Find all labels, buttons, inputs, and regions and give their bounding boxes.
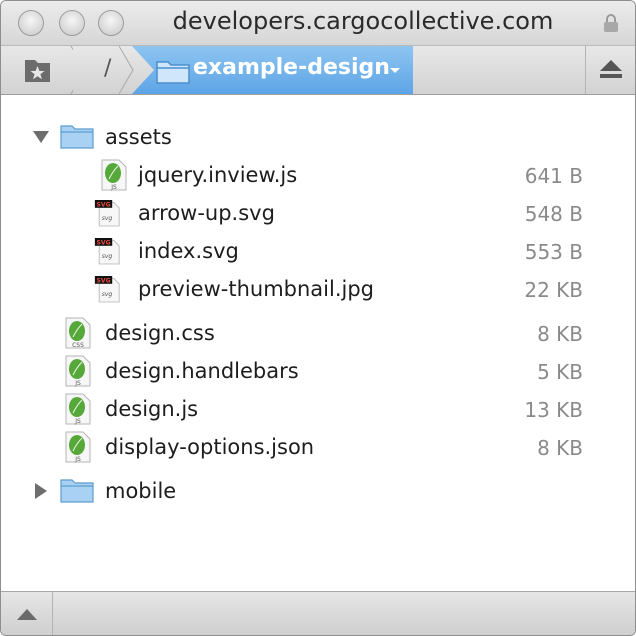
list-item-folder[interactable]: assets — [1, 118, 635, 156]
lock-icon — [604, 14, 618, 32]
window-title: developers.cargocollective.com — [172, 7, 554, 35]
list-item-folder[interactable]: mobile — [1, 472, 635, 510]
svg-text:JS: JS — [74, 456, 81, 463]
svg-text:SVG: SVG — [97, 202, 111, 209]
file-name: design.css — [105, 321, 215, 345]
file-name: design.handlebars — [105, 359, 299, 383]
file-size: 22 KB — [524, 278, 583, 302]
close-window-button[interactable] — [18, 10, 44, 36]
list-item-file[interactable]: CSS design.css 8 KB — [1, 314, 635, 352]
js-file-icon: JS — [101, 159, 127, 191]
file-name: design.js — [105, 397, 199, 421]
file-size: 8 KB — [537, 436, 583, 460]
disclosure-triangle-open-icon[interactable] — [32, 130, 50, 144]
triangle-up-icon — [17, 609, 37, 620]
file-name: assets — [105, 125, 172, 149]
finder-window: developers.cargocollective.com / example… — [0, 0, 636, 636]
folder-icon — [156, 61, 190, 84]
folder-icon — [60, 479, 94, 503]
list-item-file[interactable]: JS display-options.json 8 KB — [1, 428, 635, 466]
svg-file-icon: SVG svg — [94, 276, 120, 303]
folder-icon — [60, 125, 94, 149]
zoom-window-button[interactable] — [98, 10, 124, 36]
file-name: jquery.inview.js — [138, 163, 298, 187]
list-item-file[interactable]: JS design.js 13 KB — [1, 390, 635, 428]
svg-text:svg: svg — [102, 291, 113, 298]
js-file-icon: JS — [65, 355, 91, 387]
path-bar: / example-design — [1, 45, 635, 95]
minimize-window-button[interactable] — [59, 10, 85, 36]
svg-file-icon: SVG svg — [94, 238, 120, 265]
current-folder-label: example-design — [193, 55, 390, 80]
list-item-file[interactable]: SVG svg preview-thumbnail.jpg 22 KB — [1, 270, 635, 308]
favorites-folder-icon — [25, 45, 86, 95]
svg-text:JS: JS — [74, 380, 81, 387]
svg-file-icon: SVG svg — [94, 200, 120, 227]
eject-icon — [600, 60, 622, 78]
svg-text:JS: JS — [110, 184, 117, 191]
css-file-icon: CSS — [65, 317, 91, 349]
file-name: display-options.json — [105, 435, 315, 459]
title-bar: developers.cargocollective.com — [1, 1, 635, 45]
file-size: 13 KB — [524, 398, 583, 422]
js-file-icon: JS — [65, 393, 91, 425]
root-path-label: / — [104, 56, 112, 81]
chevron-down-icon[interactable] — [390, 68, 400, 73]
file-name: arrow-up.svg — [138, 201, 275, 225]
file-size: 8 KB — [537, 322, 583, 346]
file-name: preview-thumbnail.jpg — [138, 277, 375, 301]
disclosure-triangle-closed-icon[interactable] — [34, 482, 48, 500]
file-size: 641 B — [524, 164, 583, 188]
bottom-bar — [1, 591, 635, 635]
svg-text:SVG: SVG — [97, 278, 111, 285]
svg-text:SVG: SVG — [97, 240, 111, 247]
svg-text:JS: JS — [74, 418, 81, 425]
eject-button[interactable] — [585, 46, 635, 94]
js-file-icon: JS — [65, 431, 91, 463]
svg-text:svg: svg — [102, 215, 113, 222]
path-separator-icon — [119, 46, 134, 94]
file-size: 5 KB — [537, 360, 583, 384]
file-size: 548 B — [524, 202, 583, 226]
favorites-button[interactable] — [1, 45, 86, 95]
list-item-file[interactable]: JS jquery.inview.js 641 B — [1, 156, 635, 194]
list-item-file[interactable]: JS design.handlebars 5 KB — [1, 352, 635, 390]
svg-text:CSS: CSS — [72, 342, 84, 349]
list-item-file[interactable]: SVG svg index.svg 553 B — [1, 232, 635, 270]
list-item-file[interactable]: SVG svg arrow-up.svg 548 B — [1, 194, 635, 232]
svg-text:svg: svg — [102, 253, 113, 260]
file-name: index.svg — [138, 239, 239, 263]
file-name: mobile — [105, 479, 177, 503]
file-size: 553 B — [524, 240, 583, 264]
file-list: assets JS jquery.inview.js 641 B SVG svg… — [1, 96, 635, 591]
go-up-button[interactable] — [1, 592, 53, 635]
